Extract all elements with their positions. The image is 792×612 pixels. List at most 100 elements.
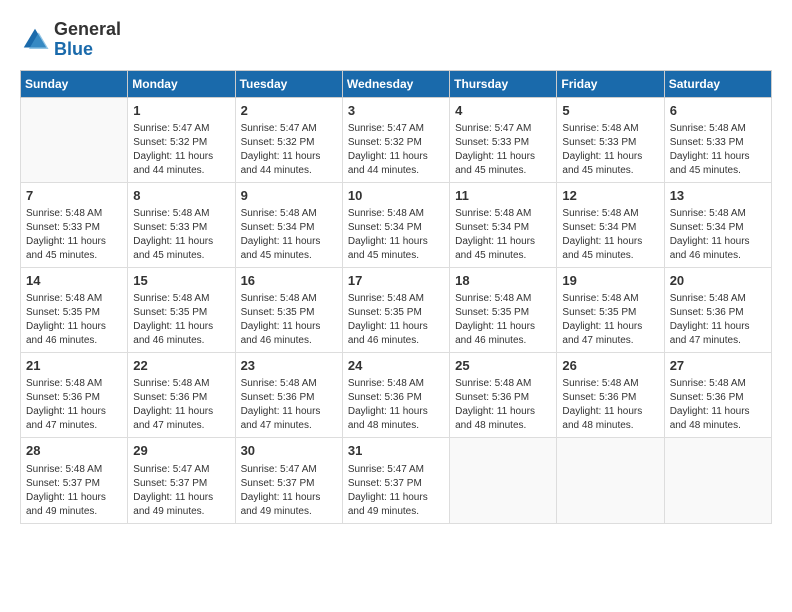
day-cell: 19 Sunrise: 5:48 AMSunset: 5:35 PMDayligh… [557,267,664,352]
day-info: Sunrise: 5:48 AMSunset: 5:34 PMDaylight:… [670,207,766,263]
day-info: Sunrise: 5:48 AMSunset: 5:33 PMDaylight:… [26,207,122,263]
day-info: Sunrise: 5:48 AMSunset: 5:35 PMDaylight:… [241,292,337,348]
day-number: 9 [241,187,337,205]
day-cell: 9Sunrise: 5:48 AMSunset: 5:34 PMDaylight… [235,182,342,267]
day-number: 8 [133,187,229,205]
day-info: Sunrise: 5:48 AMSunset: 5:34 PMDaylight:… [562,207,658,263]
day-info: Sunrise: 5:48 AMSunset: 5:36 PMDaylight:… [670,377,766,433]
day-cell [21,97,128,182]
day-number: 12 [562,187,658,205]
day-info: Sunrise: 5:48 AMSunset: 5:34 PMDaylight:… [348,207,444,263]
day-number: 27 [670,357,766,375]
day-cell: 4 Sunrise: 5:47 AMSunset: 5:33 PMDaylight… [450,97,557,182]
day-cell: 14 Sunrise: 5:48 AMSunset: 5:35 PMDayligh… [21,267,128,352]
day-cell: 28 Sunrise: 5:48 AMSunset: 5:37 PMDayligh… [21,438,128,523]
day-info: Sunrise: 5:48 AMSunset: 5:35 PMDaylight:… [133,292,229,348]
day-cell: 10 Sunrise: 5:48 AMSunset: 5:34 PMDayligh… [342,182,449,267]
day-info: Sunrise: 5:47 AMSunset: 5:32 PMDaylight:… [348,122,444,178]
day-number: 28 [26,442,122,460]
day-cell [450,438,557,523]
day-number: 10 [348,187,444,205]
day-cell: 3 Sunrise: 5:47 AMSunset: 5:32 PMDaylight… [342,97,449,182]
day-cell: 20 Sunrise: 5:48 AMSunset: 5:36 PMDayligh… [664,267,771,352]
day-cell: 16 Sunrise: 5:48 AMSunset: 5:35 PMDayligh… [235,267,342,352]
day-cell: 1Sunrise: 5:47 AMSunset: 5:32 PMDaylight… [128,97,235,182]
day-number: 26 [562,357,658,375]
day-number: 11 [455,187,551,205]
day-cell: 7 Sunrise: 5:48 AMSunset: 5:33 PMDaylight… [21,182,128,267]
day-info: Sunrise: 5:48 AMSunset: 5:35 PMDaylight:… [455,292,551,348]
logo-text: General Blue [54,20,121,60]
day-info: Sunrise: 5:48 AMSunset: 5:35 PMDaylight:… [348,292,444,348]
day-info: Sunrise: 5:47 AMSunset: 5:32 PMDaylight:… [241,122,337,178]
col-header-wednesday: Wednesday [342,70,449,97]
day-number: 5 [562,102,658,120]
day-info: Sunrise: 5:48 AMSunset: 5:34 PMDaylight:… [455,207,551,263]
day-cell: 8 Sunrise: 5:48 AMSunset: 5:33 PMDaylight… [128,182,235,267]
day-number: 20 [670,272,766,290]
day-cell: 23 Sunrise: 5:48 AMSunset: 5:36 PMDayligh… [235,353,342,438]
day-info: Sunrise: 5:48 AMSunset: 5:33 PMDaylight:… [562,122,658,178]
day-info: Sunrise: 5:48 AMSunset: 5:35 PMDaylight:… [562,292,658,348]
day-number: 4 [455,102,551,120]
day-number: 19 [562,272,658,290]
day-cell: 30Sunrise: 5:47 AMSunset: 5:37 PMDayligh… [235,438,342,523]
day-number: 16 [241,272,337,290]
col-header-tuesday: Tuesday [235,70,342,97]
day-number: 2 [241,102,337,120]
day-number: 3 [348,102,444,120]
col-header-monday: Monday [128,70,235,97]
day-number: 7 [26,187,122,205]
week-row-1: 1 Sunrise: 5:47 AMSunset: 5:32 PMDaylight… [21,97,772,182]
day-info: Sunrise: 5:48 AMSunset: 5:35 PMDaylight:… [26,292,122,348]
day-number: 13 [670,187,766,205]
day-info: Sunrise: 5:48 AMSunset: 5:37 PMDaylight:… [26,463,122,519]
day-cell: 6Sunrise: 5:48 AMSunset: 5:33 PMDaylight… [664,97,771,182]
col-header-saturday: Saturday [664,70,771,97]
page-header: General Blue [20,20,772,60]
day-number: 23 [241,357,337,375]
day-cell: 24 Sunrise: 5:48 AMSunset: 5:36 PMDayligh… [342,353,449,438]
col-header-friday: Friday [557,70,664,97]
day-number: 17 [348,272,444,290]
day-info: Sunrise: 5:48 AMSunset: 5:36 PMDaylight:… [562,377,658,433]
week-row-4: 21Sunrise: 5:48 AMSunset: 5:36 PMDayligh… [21,353,772,438]
logo: General Blue [20,20,121,60]
day-info: Sunrise: 5:48 AMSunset: 5:36 PMDaylight:… [455,377,551,433]
day-cell: 11 Sunrise: 5:48 AMSunset: 5:34 PMDayligh… [450,182,557,267]
day-info: Sunrise: 5:47 AMSunset: 5:33 PMDaylight:… [455,122,551,178]
day-cell: 15Sunrise: 5:48 AMSunset: 5:35 PMDayligh… [128,267,235,352]
day-number: 29 [133,442,229,460]
day-number: 22 [133,357,229,375]
day-number: 30 [241,442,337,460]
day-cell: 22 Sunrise: 5:48 AMSunset: 5:36 PMDayligh… [128,353,235,438]
day-cell [557,438,664,523]
day-number: 6 [670,102,766,120]
day-number: 18 [455,272,551,290]
day-number: 1 [133,102,229,120]
day-cell: 5 Sunrise: 5:48 AMSunset: 5:33 PMDaylight… [557,97,664,182]
day-number: 14 [26,272,122,290]
col-header-thursday: Thursday [450,70,557,97]
day-cell: 12 Sunrise: 5:48 AMSunset: 5:34 PMDayligh… [557,182,664,267]
day-cell: 26 Sunrise: 5:48 AMSunset: 5:36 PMDayligh… [557,353,664,438]
day-cell: 17 Sunrise: 5:48 AMSunset: 5:35 PMDayligh… [342,267,449,352]
day-info: Sunrise: 5:47 AMSunset: 5:37 PMDaylight:… [133,463,229,519]
day-info: Sunrise: 5:48 AMSunset: 5:36 PMDaylight:… [26,377,122,433]
week-row-2: 7 Sunrise: 5:48 AMSunset: 5:33 PMDaylight… [21,182,772,267]
day-number: 24 [348,357,444,375]
day-info: Sunrise: 5:48 AMSunset: 5:36 PMDaylight:… [670,292,766,348]
day-info: Sunrise: 5:48 AMSunset: 5:36 PMDaylight:… [133,377,229,433]
day-info: Sunrise: 5:48 AMSunset: 5:33 PMDaylight:… [133,207,229,263]
col-header-sunday: Sunday [21,70,128,97]
day-info: Sunrise: 5:48 AMSunset: 5:36 PMDaylight:… [241,377,337,433]
day-number: 31 [348,442,444,460]
day-cell: 27 Sunrise: 5:48 AMSunset: 5:36 PMDayligh… [664,353,771,438]
day-info: Sunrise: 5:48 AMSunset: 5:36 PMDaylight:… [348,377,444,433]
day-number: 25 [455,357,551,375]
calendar-table: SundayMondayTuesdayWednesdayThursdayFrid… [20,70,772,524]
day-cell: 13 Sunrise: 5:48 AMSunset: 5:34 PMDayligh… [664,182,771,267]
day-cell: 31Sunrise: 5:47 AMSunset: 5:37 PMDayligh… [342,438,449,523]
week-row-3: 14 Sunrise: 5:48 AMSunset: 5:35 PMDayligh… [21,267,772,352]
day-cell: 29 Sunrise: 5:47 AMSunset: 5:37 PMDayligh… [128,438,235,523]
